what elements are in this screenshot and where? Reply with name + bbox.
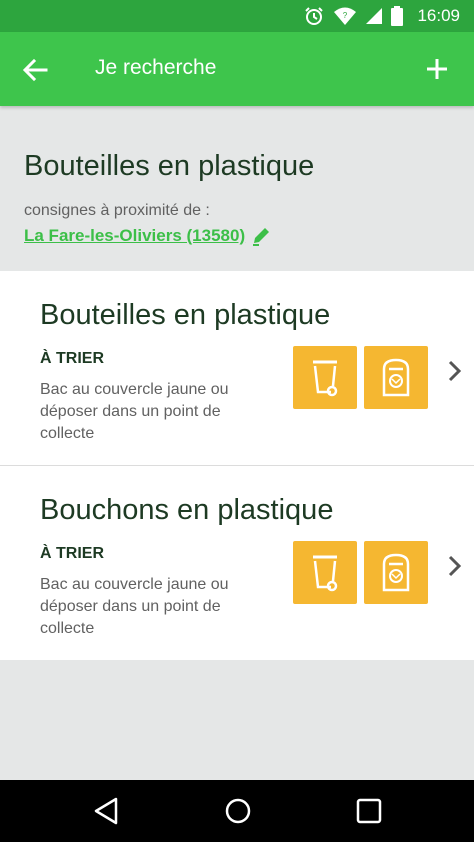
- item-description: Bac au couvercle jaune ou déposer dans u…: [40, 381, 229, 442]
- alarm-icon: [305, 7, 324, 25]
- item-description: Bac au couvercle jaune ou déposer dans u…: [40, 576, 229, 637]
- nav-recents-icon[interactable]: [356, 798, 382, 824]
- app-bar-title: Je recherche: [95, 56, 217, 79]
- recycling-container-button[interactable]: [364, 541, 428, 604]
- chevron-right-icon[interactable]: [446, 551, 464, 581]
- signal-icon: [366, 8, 383, 24]
- plus-icon[interactable]: [422, 54, 452, 84]
- result-card[interactable]: Bouchons en plastique À TRIER Bac au cou…: [0, 466, 474, 660]
- item-title: Bouteilles en plastique: [40, 299, 331, 331]
- item-action-label: À TRIER: [40, 350, 104, 367]
- wifi-icon: ?: [334, 7, 357, 25]
- page-title: Bouteilles en plastique: [24, 150, 315, 182]
- recycling-container-button[interactable]: [364, 346, 428, 409]
- svg-text:?: ?: [343, 11, 348, 20]
- trash-bin-button[interactable]: [293, 346, 357, 409]
- nav-back-icon[interactable]: [92, 796, 120, 826]
- location-link[interactable]: La Fare-les-Oliviers (13580): [24, 226, 245, 246]
- item-action-label: À TRIER: [40, 545, 104, 562]
- location-row[interactable]: La Fare-les-Oliviers (13580): [24, 226, 271, 246]
- consignes-label: consignes à proximité de :: [24, 202, 210, 219]
- pencil-icon[interactable]: [251, 226, 271, 246]
- trash-bin-button[interactable]: [293, 541, 357, 604]
- status-time: 16:09: [417, 6, 460, 25]
- battery-icon: [391, 6, 404, 26]
- trash-bin-icon: [313, 360, 338, 396]
- item-title: Bouchons en plastique: [40, 494, 334, 526]
- system-nav-bar: [0, 780, 474, 842]
- recycling-container-icon: [382, 358, 410, 396]
- chevron-right-icon[interactable]: [446, 356, 464, 386]
- app-bar: Je recherche: [0, 32, 474, 106]
- status-icons: ? 16:09: [303, 0, 460, 32]
- status-bar: ? 16:09: [0, 0, 474, 32]
- recycling-container-icon: [382, 553, 410, 591]
- trash-bin-icon: [313, 555, 338, 591]
- arrow-back-icon[interactable]: [20, 55, 50, 85]
- result-card[interactable]: Bouteilles en plastique À TRIER Bac au c…: [0, 271, 474, 465]
- nav-home-icon[interactable]: [224, 797, 252, 825]
